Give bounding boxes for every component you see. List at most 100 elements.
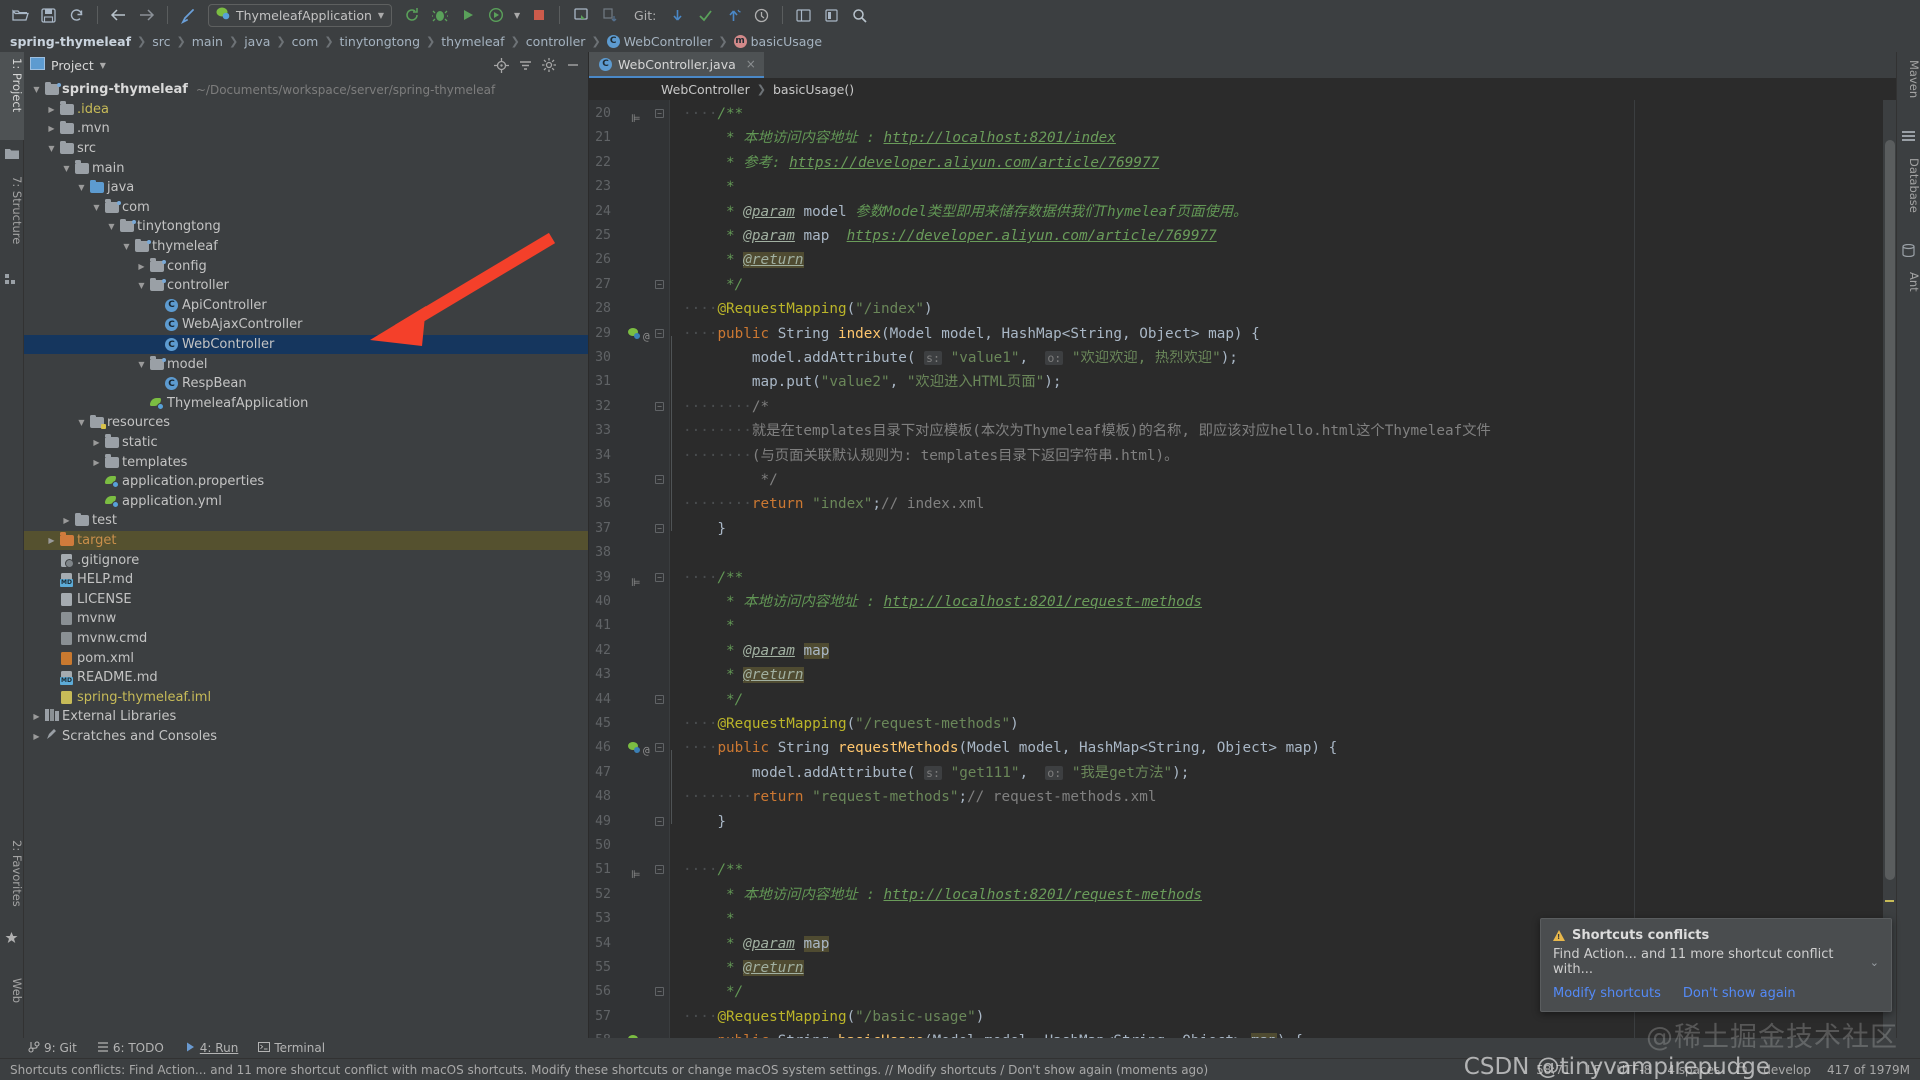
- tree-item-help-md[interactable]: HELP.md: [24, 570, 588, 590]
- editor-breadcrumb-method[interactable]: basicUsage(): [773, 82, 854, 97]
- run-gutter-icon[interactable]: @: [627, 739, 650, 763]
- code-line-37[interactable]: }: [683, 517, 726, 541]
- chevron-down-icon[interactable]: ▼: [75, 183, 88, 192]
- tree-item-pom-xml[interactable]: pom.xml: [24, 648, 588, 668]
- folder-rail-icon[interactable]: [5, 148, 19, 162]
- fold-collapse-icon[interactable]: −: [655, 109, 664, 118]
- code-line-43[interactable]: * @return: [683, 663, 804, 687]
- code-line-48[interactable]: ········return "request-methods";// requ…: [683, 785, 1156, 809]
- sidebar-item-maven[interactable]: Maven: [1897, 54, 1920, 122]
- fold-end-icon[interactable]: −: [655, 279, 664, 289]
- code-line-22[interactable]: * 参考: https://developer.aliyun.com/artic…: [683, 151, 1159, 175]
- code-line-45[interactable]: ····@RequestMapping("/request-methods"): [683, 712, 1019, 736]
- sidebar-item-web[interactable]: Web: [0, 972, 24, 1016]
- database-rail-icon[interactable]: [1902, 243, 1916, 258]
- chevron-down-icon[interactable]: ▼: [120, 242, 133, 251]
- project-tree[interactable]: ▼ spring-thymeleaf ~/Documents/workspace/s…: [24, 78, 588, 1038]
- tree-item-scratches-and-consoles[interactable]: ▶ Scratches and Consoles: [24, 727, 588, 747]
- breadcrumb-item-3[interactable]: java: [244, 34, 270, 49]
- code-line-42[interactable]: * @param map: [683, 639, 830, 663]
- fold-collapse-icon[interactable]: −: [655, 743, 664, 753]
- fold-end-icon[interactable]: −: [655, 523, 664, 533]
- chevron-down-icon[interactable]: ▼: [135, 281, 148, 290]
- debug-build-icon[interactable]: [427, 3, 452, 27]
- run-gutter-icon[interactable]: @: [627, 325, 650, 349]
- code-line-55[interactable]: * @return: [683, 956, 804, 980]
- update-icon[interactable]: [399, 3, 424, 27]
- code-line-23[interactable]: *: [683, 175, 735, 199]
- tree-item-src[interactable]: ▼ src: [24, 139, 588, 159]
- code-line-53[interactable]: *: [683, 907, 735, 931]
- search-everywhere-icon[interactable]: [847, 3, 872, 27]
- chevron-right-icon[interactable]: ▶: [90, 438, 103, 447]
- code-line-28[interactable]: ····@RequestMapping("/index"): [683, 297, 933, 321]
- code-line-25[interactable]: * @param map https://developer.aliyun.co…: [683, 224, 1217, 248]
- git-push-icon[interactable]: [721, 3, 746, 27]
- tree-item--gitignore[interactable]: .gitignore: [24, 550, 588, 570]
- git-update-icon[interactable]: [665, 3, 690, 27]
- run-configuration-selector[interactable]: ThymeleafApplication ▼: [208, 3, 393, 27]
- layout-icon[interactable]: [791, 3, 816, 27]
- tree-item-application-properties[interactable]: application.properties: [24, 472, 588, 492]
- chevron-down-icon[interactable]: ▼: [378, 11, 384, 20]
- code-line-57[interactable]: ····@RequestMapping("/basic-usage"): [683, 1005, 984, 1029]
- code-line-39[interactable]: ····/**: [683, 566, 743, 590]
- sidebar-item-project[interactable]: 1: Project: [0, 52, 24, 140]
- fold-end-icon[interactable]: −: [655, 694, 664, 704]
- fold-collapse-icon[interactable]: −: [655, 572, 664, 582]
- code-line-40[interactable]: * 本地访问内容地址 : http://localhost:8201/reque…: [683, 590, 1202, 614]
- code-view[interactable]: 20 ⊫ −21 22 23 24 25 26 27−28 29 @ −30 31 32−33 34 35−3…: [589, 100, 1896, 1038]
- git-commit-icon[interactable]: [693, 3, 718, 27]
- fold-collapse-icon[interactable]: −: [655, 865, 664, 875]
- sidebar-item-favorites[interactable]: 2: Favorites: [0, 834, 24, 930]
- marker-bar[interactable]: [1883, 100, 1896, 1038]
- forward-icon[interactable]: [134, 3, 159, 27]
- hide-icon[interactable]: [564, 56, 582, 74]
- run-icon[interactable]: [455, 3, 480, 27]
- tree-item-templates[interactable]: ▶ templates: [24, 452, 588, 472]
- tree-item-external-libraries[interactable]: ▶ External Libraries: [24, 707, 588, 727]
- chevron-right-icon[interactable]: ▶: [30, 712, 43, 721]
- tree-item-model[interactable]: ▼ model: [24, 354, 588, 374]
- breadcrumb-item-7[interactable]: controller: [526, 34, 586, 49]
- breadcrumb-item-6[interactable]: thymeleaf: [441, 34, 504, 49]
- tree-item-respbean[interactable]: C RespBean: [24, 374, 588, 394]
- settings-icon[interactable]: [540, 56, 558, 74]
- breadcrumb-item-9[interactable]: basicUsage: [751, 34, 822, 49]
- tree-item-mvnw[interactable]: mvnw: [24, 609, 588, 629]
- marker-warning[interactable]: [1885, 900, 1894, 902]
- tree-item-spring-thymeleaf-iml[interactable]: spring-thymeleaf.iml: [24, 687, 588, 707]
- chevron-down-icon[interactable]: ▼: [90, 203, 103, 212]
- chevron-right-icon[interactable]: ▶: [135, 262, 148, 271]
- chevron-right-icon[interactable]: ▶: [45, 124, 58, 133]
- code-line-32[interactable]: ········/*: [683, 395, 769, 419]
- code-line-47[interactable]: model.addAttribute( s: "get111", o: "我是g…: [683, 761, 1189, 785]
- chevron-down-icon-2[interactable]: ▼: [511, 3, 523, 27]
- bottom-item-run[interactable]: 4: Run: [184, 1041, 238, 1056]
- tree-item-main[interactable]: ▼ main: [24, 158, 588, 178]
- tree-item-mvnw-cmd[interactable]: mvnw.cmd: [24, 629, 588, 649]
- tree-item--mvn[interactable]: ▶ .mvn: [24, 119, 588, 139]
- tree-item-test[interactable]: ▶ test: [24, 511, 588, 531]
- code-line-41[interactable]: *: [683, 614, 735, 638]
- status-message[interactable]: Shortcuts conflicts: Find Action... and …: [10, 1063, 1536, 1077]
- code-lines[interactable]: ····/** * 本地访问内容地址 : http://localhost:82…: [669, 100, 1896, 1038]
- bottom-item-terminal[interactable]: Terminal: [258, 1041, 325, 1056]
- tree-item-config[interactable]: ▶ config: [24, 256, 588, 276]
- dont-show-again-link[interactable]: Don't show again: [1683, 986, 1796, 1001]
- fold-collapse-icon[interactable]: −: [655, 401, 664, 411]
- breadcrumb-item-1[interactable]: src: [152, 34, 170, 49]
- stop-icon[interactable]: [526, 3, 551, 27]
- tree-item-com[interactable]: ▼ com: [24, 198, 588, 218]
- code-line-29[interactable]: ····public String index(Model model, Has…: [683, 322, 1260, 346]
- tree-item-tinytongtong[interactable]: ▼ tinytongtong: [24, 217, 588, 237]
- sync-icon[interactable]: [64, 3, 89, 27]
- chevron-down-icon-project[interactable]: ▼: [100, 61, 106, 70]
- memory-indicator[interactable]: 417 of 1979M: [1827, 1063, 1910, 1077]
- code-line-56[interactable]: */: [683, 980, 743, 1004]
- code-line-46[interactable]: ····public String requestMethods(Model m…: [683, 736, 1337, 760]
- sidebar-item-structure[interactable]: 7: Structure: [0, 170, 24, 266]
- code-line-34[interactable]: ········(与页面关联默认规则为: templates目录下返回字符串.h…: [683, 444, 1178, 468]
- modify-shortcuts-link[interactable]: Modify shortcuts: [1553, 986, 1661, 1001]
- tree-item-application-yml[interactable]: application.yml: [24, 491, 588, 511]
